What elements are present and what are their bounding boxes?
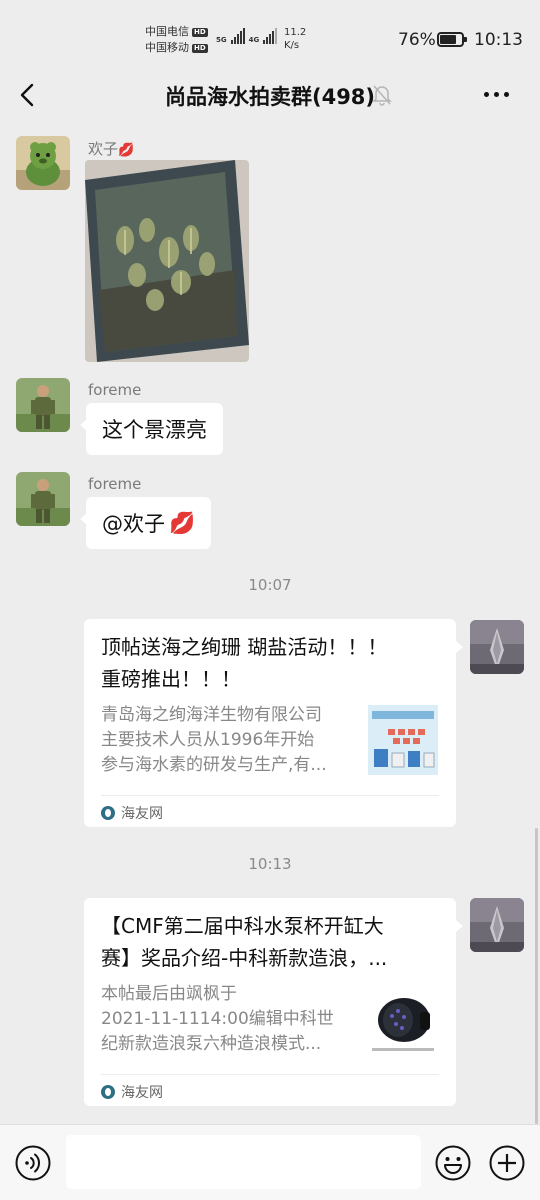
card-divider (101, 795, 439, 796)
avatar[interactable] (470, 898, 524, 952)
plus-icon[interactable] (489, 1145, 525, 1181)
sender-name: foreme (88, 475, 142, 493)
text-message[interactable]: 这个景漂亮 (80, 403, 223, 455)
chat-title: 尚品海水拍卖群(498) (164, 85, 376, 109)
text-message[interactable]: @欢子 💋 (79, 497, 212, 549)
link-card[interactable]: 顶帖送海之绚珊 瑚盐活动！！！ 重磅推出！！！ 青岛海之绚海洋生物有限公司 主要… (84, 619, 463, 827)
card-source: 海友网 (101, 803, 163, 823)
sender-name: foreme (88, 381, 142, 399)
card-description: 青岛海之绚海洋生物有限公司 主要技术人员从1996年开始 参与海水素的研发与生产… (101, 705, 327, 775)
source-logo-icon (101, 1085, 115, 1099)
carrier-1: 中国电信 (145, 25, 189, 38)
avatar[interactable] (16, 378, 70, 432)
battery-icon (437, 32, 467, 47)
card-title: 顶帖送海之绚珊 瑚盐活动！！！ 重磅推出！！！ (101, 635, 388, 691)
chat-header: 尚品海水拍卖群(498) (0, 72, 540, 120)
network-5g: 5G (216, 36, 227, 44)
carrier-info: 中国电信 HD 中国移动 HD (145, 24, 208, 56)
battery-percent: 76% (398, 30, 436, 50)
status-bar: 中国电信 HD 中国移动 HD 5G 4G 11.2 K/s 76% 10:13 (0, 0, 540, 80)
card-description: 本帖最后由飒枫于 2021-11-1114:00编辑中科世 纪新款造浪泵六种造浪… (101, 984, 334, 1054)
signal-bars-icon (263, 28, 278, 44)
signal-bars-icon (230, 28, 245, 44)
hd-badge: HD (192, 43, 208, 53)
card-divider (101, 1074, 439, 1075)
timestamp: 10:13 (248, 855, 292, 873)
voice-icon[interactable] (15, 1145, 51, 1181)
link-card[interactable]: 【CMF第二届中科水泵杯开缸大 赛】奖品介绍-中科新款造浪，... 本帖最后由飒… (84, 898, 463, 1106)
card-thumbnail (368, 705, 438, 775)
mute-bell-icon (372, 85, 392, 106)
clock: 10:13 (474, 30, 523, 50)
input-bar (0, 1124, 540, 1200)
network-speed: 11.2 K/s (284, 27, 307, 51)
network-4g: 4G (248, 36, 260, 44)
more-icon[interactable] (484, 92, 518, 100)
scrollbar[interactable] (535, 828, 538, 1124)
emoji-icon[interactable] (435, 1145, 471, 1181)
avatar[interactable] (16, 472, 70, 526)
card-thumbnail (368, 986, 438, 1056)
image-message[interactable] (85, 160, 249, 362)
timestamp: 10:07 (248, 576, 292, 594)
hd-badge: HD (192, 27, 208, 37)
card-title: 【CMF第二届中科水泵杯开缸大 赛】奖品介绍-中科新款造浪，... (101, 914, 388, 970)
avatar[interactable] (470, 620, 524, 674)
message-list[interactable]: 欢子💋 foreme 这个景漂亮 foreme @欢子 💋 10:07 顶帖送海之… (0, 120, 540, 1124)
sender-name: 欢子💋 (88, 140, 135, 158)
avatar[interactable] (16, 136, 70, 190)
card-source: 海友网 (101, 1082, 163, 1102)
source-logo-icon (101, 806, 115, 820)
carrier-2: 中国移动 (145, 41, 189, 54)
signal-indicators: 5G 4G (216, 28, 278, 44)
message-input[interactable] (66, 1135, 421, 1189)
